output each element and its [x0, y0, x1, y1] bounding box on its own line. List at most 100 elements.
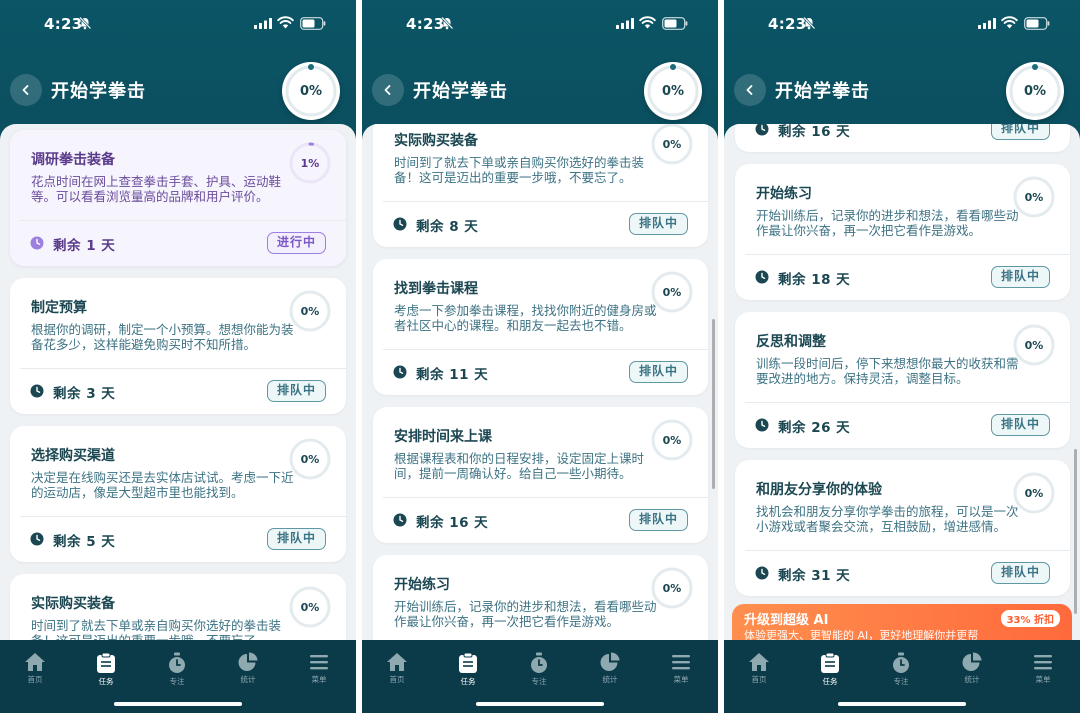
- task-title: 调研拳击装备: [31, 152, 115, 168]
- status-badge[interactable]: 排队中: [266, 528, 326, 550]
- tab-focus[interactable]: 专注: [876, 652, 926, 687]
- task-card[interactable]: 调研拳击装备 花点时间在网上查查拳击手套、护具、运动鞋等。可以看看浏览量高的品牌…: [10, 130, 346, 266]
- battery-icon: [662, 17, 688, 30]
- stopwatch-icon: [169, 652, 185, 673]
- status-badge[interactable]: 排队中: [990, 266, 1050, 288]
- status-bar: 4:23: [724, 0, 1080, 48]
- task-card[interactable]: 找到拳击课程 考虑一下参加拳击课程，找找你附近的健身房或者社区中心的课程。和朋友…: [373, 259, 708, 395]
- tab-menu[interactable]: 菜单: [656, 652, 706, 685]
- status-badge[interactable]: 排队中: [628, 213, 688, 235]
- task-progress-ring: 0%: [287, 584, 333, 630]
- task-title: 安排时间来上课: [394, 429, 492, 445]
- scrollbar[interactable]: [1074, 449, 1077, 614]
- battery-icon: [1024, 17, 1050, 30]
- status-time: 4:23: [406, 15, 445, 33]
- days-left: 剩余 16 天: [416, 515, 489, 531]
- task-progress-ring: 0%: [649, 269, 695, 315]
- task-card[interactable]: 选择购买渠道 决定是在线购买还是去实体店试试。考虑一下近的运动店，像是大型超市里…: [10, 426, 346, 562]
- status-badge[interactable]: 排队中: [990, 124, 1050, 140]
- task-title: 选择购买渠道: [31, 448, 115, 464]
- home-icon: [25, 653, 45, 671]
- task-progress-value: 1%: [300, 156, 320, 170]
- task-card[interactable]: 安排时间来上课 根据课程表和你的日程安排，设定固定上课时间，提前一周确认好。给自…: [373, 407, 708, 543]
- tab-stats[interactable]: 统计: [947, 652, 997, 685]
- task-list-area[interactable]: 安排时间来上课 根据课程表和你的日程安排，设定固定上课时间，提前一周确认好。给自…: [724, 124, 1080, 640]
- task-list-area[interactable]: 实际购买装备 时间到了就去下单或亲自购买你选好的拳击装备！这可是迈出的重要一步哦…: [362, 124, 718, 640]
- tab-tasks[interactable]: 任务: [81, 652, 131, 687]
- status-badge[interactable]: 排队中: [990, 562, 1050, 584]
- scrollbar[interactable]: [712, 319, 715, 489]
- status-time: 4:23: [44, 15, 83, 33]
- bottom-tab-bar: 首页 任务 专注 统计 菜单: [0, 640, 356, 713]
- tab-focus[interactable]: 专注: [514, 652, 564, 687]
- clock-icon: [755, 270, 769, 284]
- task-card[interactable]: 安排时间来上课 根据课程表和你的日程安排，设定固定上课时间，提前一周确认好。给自…: [735, 124, 1070, 152]
- header: 开始学拳击 0%: [362, 60, 718, 120]
- tab-home[interactable]: 首页: [372, 652, 422, 685]
- status-badge[interactable]: 排队中: [266, 380, 326, 402]
- tab-focus[interactable]: 专注: [152, 652, 202, 687]
- task-description: 花点时间在网上查查拳击手套、护具、运动鞋等。可以看看浏览量高的品牌和用户评价。: [31, 174, 282, 204]
- task-title: 找到拳击课程: [394, 281, 478, 297]
- task-description: 决定是在线购买还是去实体店试试。考虑一下近的运动店，像是大型超市里也能找到。: [31, 470, 294, 500]
- days-left: 剩余 26 天: [778, 420, 851, 436]
- divider: [745, 254, 1070, 255]
- menu-icon: [1034, 655, 1052, 670]
- tab-home[interactable]: 首页: [10, 652, 60, 685]
- upgrade-promo-banner[interactable]: 升级到超级 AI 体验更强大、更智能的 AI，更好地理解你并更帮 33% 折扣: [732, 604, 1072, 640]
- task-progress-value: 0%: [662, 433, 682, 447]
- days-left: 剩余 1 天: [53, 238, 116, 254]
- task-progress-value: 0%: [300, 452, 320, 466]
- tab-stats[interactable]: 统计: [223, 652, 273, 685]
- overall-progress-value: 0%: [1023, 83, 1047, 99]
- status-bar: 4:23: [362, 0, 718, 48]
- home-icon: [387, 653, 407, 671]
- task-title: 开始练习: [756, 186, 812, 202]
- days-left: 剩余 18 天: [778, 272, 851, 288]
- task-card[interactable]: 制定预算 根据你的调研，制定一个小预算。想想你能为装备花多少，这样能避免购买时不…: [10, 278, 346, 414]
- tab-home[interactable]: 首页: [734, 652, 784, 685]
- clock-icon: [30, 236, 44, 250]
- task-progress-ring: 0%: [287, 288, 333, 334]
- task-progress-value: 0%: [662, 285, 682, 299]
- page-title: 开始学拳击: [413, 81, 508, 102]
- task-progress-value: 0%: [1024, 486, 1044, 500]
- status-bar: 4:23: [0, 0, 356, 48]
- task-card[interactable]: 反思和调整 训练一段时间后，停下来想想你最大的收获和需要改进的地方。保持灵活，调…: [735, 312, 1070, 448]
- back-button[interactable]: [10, 74, 42, 106]
- tab-label: 首页: [27, 675, 43, 684]
- task-card[interactable]: 实际购买装备 时间到了就去下单或亲自购买你选好的拳击装备！这可是迈出的重要一步哦…: [373, 124, 708, 247]
- tab-menu[interactable]: 菜单: [294, 652, 344, 685]
- task-card[interactable]: 开始练习 开始训练后，记录你的进步和想法，看看哪些动作最让你兴奋，再一次把它看作…: [373, 555, 708, 640]
- tab-tasks[interactable]: 任务: [805, 652, 855, 687]
- back-button[interactable]: [372, 74, 404, 106]
- task-card[interactable]: 和朋友分享你的体验 找机会和朋友分享你学拳击的旅程，可以是一次小游戏或者聚会交流…: [735, 460, 1070, 596]
- task-card[interactable]: 实际购买装备 时间到了就去下单或亲自购买你选好的拳击装备！这可是迈出的重要一步哦…: [10, 574, 346, 640]
- overall-progress-ring: 0%: [1006, 62, 1064, 120]
- tab-stats[interactable]: 统计: [585, 652, 635, 685]
- task-description: 考虑一下参加拳击课程，找找你附近的健身房或者社区中心的课程。和朋友一起去也不错。: [394, 303, 657, 333]
- tab-label: 首页: [389, 675, 405, 684]
- tab-menu[interactable]: 菜单: [1018, 652, 1068, 685]
- days-left: 剩余 8 天: [416, 219, 479, 235]
- task-progress-ring: 0%: [649, 565, 695, 611]
- bottom-tab-bar: 首页 任务 专注 统计 菜单: [362, 640, 718, 713]
- task-card[interactable]: 开始练习 开始训练后，记录你的进步和想法，看看哪些动作最让你兴奋，再一次把它看作…: [735, 164, 1070, 300]
- task-title: 实际购买装备: [31, 596, 115, 612]
- status-badge[interactable]: 排队中: [628, 509, 688, 531]
- status-badge[interactable]: 排队中: [628, 361, 688, 383]
- chevron-left-icon: [22, 85, 29, 95]
- stopwatch-icon: [531, 652, 547, 673]
- task-progress-value: 0%: [1024, 338, 1044, 352]
- task-list-area[interactable]: 调研拳击装备 花点时间在网上查查拳击手套、护具、运动鞋等。可以看看浏览量高的品牌…: [0, 124, 356, 640]
- task-progress-ring: 0%: [1011, 322, 1057, 368]
- tab-tasks[interactable]: 任务: [443, 652, 493, 687]
- tab-label: 统计: [964, 675, 980, 684]
- discount-badge: 33% 折扣: [1000, 610, 1060, 627]
- status-badge[interactable]: 进行中: [266, 232, 326, 254]
- status-badge[interactable]: 排队中: [990, 414, 1050, 436]
- back-button[interactable]: [734, 74, 766, 106]
- task-progress-ring: 0%: [287, 436, 333, 482]
- menu-icon: [672, 655, 690, 670]
- task-title: 反思和调整: [756, 334, 826, 350]
